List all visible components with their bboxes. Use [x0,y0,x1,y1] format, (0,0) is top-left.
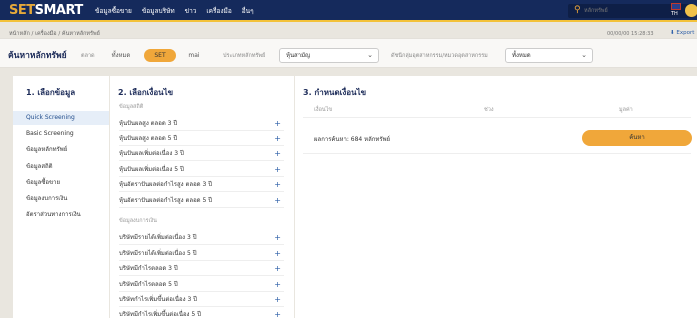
search-result-count: ผลการค้นหา: 684 หลักทรัพย์ [314,136,391,143]
plus-icon[interactable]: + [274,262,281,276]
define-criteria-panel: 3. กำหนดเงื่อนไข เงื่อนไข ช่วง มูลค่า ผล… [295,76,697,318]
market-mai-pill[interactable]: mai [180,49,208,62]
col1-title: 1. เลือกข้อมูล [26,88,76,97]
plus-icon[interactable]: + [274,278,281,292]
nav-tools[interactable]: เครื่องมือ [206,6,231,16]
datetime: 00/00/00 15:28:33 [607,31,654,37]
breadcrumb[interactable]: หน้าหลัก / เครื่องมือ / ค้นหาหลักทรัพย์ [9,30,100,38]
menu-trading-data[interactable]: ข้อมูลซื้อขาย [13,176,109,190]
header-condition: เงื่อนไข [314,107,333,113]
export-button[interactable]: ⬇ Export [670,30,694,36]
type-label: ประเภทหลักทรัพย์ [223,53,266,59]
menu-quick-screening[interactable]: Quick Screening [13,111,109,125]
main-nav: ข้อมูลซื้อขาย ข้อมูลบริษัท ข่าว เครื่องม… [95,6,254,16]
market-set-pill[interactable]: SET [144,49,176,62]
security-type-select[interactable]: หุ้นสามัญ ⌄ [279,48,379,63]
chevron-down-icon: ⌄ [581,51,587,59]
filter-bar: ค้นหาหลักทรัพย์ ตลาด ทั้งหมด SET mai ประ… [0,38,697,68]
page-title: ค้นหาหลักทรัพย์ [8,51,67,61]
language-label[interactable]: TH [671,11,678,17]
menu-basic-screening[interactable]: Basic Screening [13,127,109,141]
criteria-item[interactable]: หุ้นปันผลเพิ่มต่อเนื่อง 3 ปี + [119,147,284,161]
select-criteria-panel: 2. เลือกเงื่อนไข ข้อมูลสถิติ หุ้นปันผลสู… [110,76,294,318]
plus-icon[interactable]: + [274,247,281,261]
criteria-item[interactable]: หุ้นปันผลเพิ่มต่อเนื่อง 5 ปี + [119,163,284,177]
criteria-item[interactable]: บริษัทมีกำไรเพิ่มขึ้นต่อเนื่อง 5 ปี + [119,308,284,318]
nav-trading[interactable]: ข้อมูลซื้อขาย [95,6,132,16]
group-statistics-label: ข้อมูลสถิติ [119,104,144,110]
group-financial-label: ข้อมูลงบการเงิน [119,218,157,224]
industry-value: ทั้งหมด [512,52,531,59]
plus-icon[interactable]: + [274,132,281,146]
search-icon: ⚲ [574,5,581,15]
criteria-item[interactable]: บริษัทมีรายได้เพิ่มต่อเนื่อง 3 ปี + [119,231,284,245]
criteria-item[interactable]: บริษัทมีกำไรตลอด 5 ปี + [119,278,284,292]
menu-financial-ratios[interactable]: อัตราส่วนทางการเงิน [13,208,109,222]
criteria-item[interactable]: หุ้นอัตราปันผลต่อกำไรสูง ตลอด 5 ปี + [119,194,284,208]
user-avatar-icon[interactable] [685,4,697,17]
chevron-down-icon: ⌄ [367,51,373,59]
menu-statistics[interactable]: ข้อมูลสถิติ [13,160,109,174]
plus-icon[interactable]: + [274,117,281,131]
industry-label: ดัชนีกลุ่มอุตสาหกรรม/หมวดอุตสาหกรรม [391,53,488,59]
criteria-item[interactable]: หุ้นปันผลสูง ตลอด 5 ปี + [119,132,284,146]
nav-others[interactable]: อื่นๆ [242,6,254,16]
uk-flag-icon[interactable] [671,3,681,10]
header-value: มูลค่า [619,107,633,113]
nav-company[interactable]: ข้อมูลบริษัท [142,6,175,16]
menu-financial-statements[interactable]: ข้อมูลงบการเงิน [13,192,109,206]
plus-icon[interactable]: + [274,178,281,192]
plus-icon[interactable]: + [274,194,281,208]
search-button[interactable]: ค้นหา [582,130,692,146]
plus-icon[interactable]: + [274,231,281,245]
industry-select[interactable]: ทั้งหมด ⌄ [505,48,593,63]
divider [303,117,691,118]
plus-icon[interactable]: + [274,293,281,307]
menu-security-info[interactable]: ข้อมูลหลักทรัพย์ [13,143,109,157]
criteria-item[interactable]: บริษัทมีรายได้เพิ่มต่อเนื่อง 5 ปี + [119,247,284,261]
market-all-pill[interactable]: ทั้งหมด [103,49,139,62]
market-label: ตลาด [81,53,95,59]
plus-icon[interactable]: + [274,147,281,161]
plus-icon[interactable]: + [274,308,281,318]
export-label: Export [676,30,695,36]
divider [303,153,691,154]
plus-icon[interactable]: + [274,163,281,177]
header-range: ช่วง [484,107,494,113]
nav-news[interactable]: ข่าว [185,6,197,16]
col2-title: 2. เลือกเงื่อนไข [118,88,174,97]
select-data-panel: 1. เลือกข้อมูล Quick Screening Basic Scr… [13,76,109,318]
setsmart-logo[interactable]: SETSMART [9,3,83,18]
criteria-item[interactable]: หุ้นปันผลสูง ตลอด 3 ปี + [119,117,284,131]
col3-title: 3. กำหนดเงื่อนไข [303,88,367,97]
security-type-value: หุ้นสามัญ [286,52,311,59]
search-input[interactable] [584,6,644,16]
criteria-item[interactable]: หุ้นอัตราปันผลต่อกำไรสูง ตลอด 3 ปี + [119,178,284,192]
criteria-item[interactable]: บริษัทกำไรเพิ่มขึ้นต่อเนื่อง 3 ปี + [119,293,284,307]
top-navbar: SETSMART ข้อมูลซื้อขาย ข้อมูลบริษัท ข่าว… [0,0,697,22]
criteria-item[interactable]: บริษัทมีกำไรตลอด 3 ปี + [119,262,284,276]
